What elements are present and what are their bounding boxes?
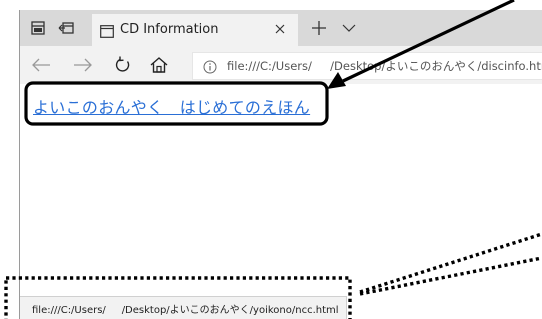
forward-arrow-icon[interactable] xyxy=(72,55,94,75)
page-content: よいこのおんやく はじめてのえほん xyxy=(20,84,542,319)
chevron-down-icon[interactable] xyxy=(340,19,358,37)
tab-bar: CD Information xyxy=(20,10,542,46)
back-arrow-icon[interactable] xyxy=(30,55,52,75)
status-bar: file:///C:/Users/ /Desktop/よいこのおんやく/yoik… xyxy=(20,296,347,319)
tab-set-aside-icon[interactable] xyxy=(56,18,76,38)
info-icon[interactable] xyxy=(203,59,217,74)
page-icon xyxy=(100,23,114,42)
browser-window: CD Information file:///C:/Users/ /Deskto… xyxy=(19,10,542,319)
home-icon[interactable] xyxy=(148,55,170,75)
refresh-icon[interactable] xyxy=(112,55,134,75)
address-bar[interactable]: file:///C:/Users/ /Desktop/よいこのおんやく/disc… xyxy=(192,52,542,80)
tab-actions-icon[interactable] xyxy=(28,18,48,38)
screenshot-stage: CD Information file:///C:/Users/ /Deskto… xyxy=(0,0,542,319)
close-icon[interactable] xyxy=(272,21,288,37)
status-url: file:///C:/Users/ /Desktop/よいこのおんやく/yoik… xyxy=(32,305,339,316)
navigation-bar: file:///C:/Users/ /Desktop/よいこのおんやく/disc… xyxy=(20,46,542,84)
address-url: file:///C:/Users/ /Desktop/よいこのおんやく/disc… xyxy=(227,59,542,73)
tab-title: CD Information xyxy=(120,22,219,37)
book-title-link[interactable]: よいこのおんやく はじめてのえほん xyxy=(33,94,310,118)
plus-icon[interactable] xyxy=(310,19,328,37)
tab-cd-information[interactable]: CD Information xyxy=(92,14,298,46)
